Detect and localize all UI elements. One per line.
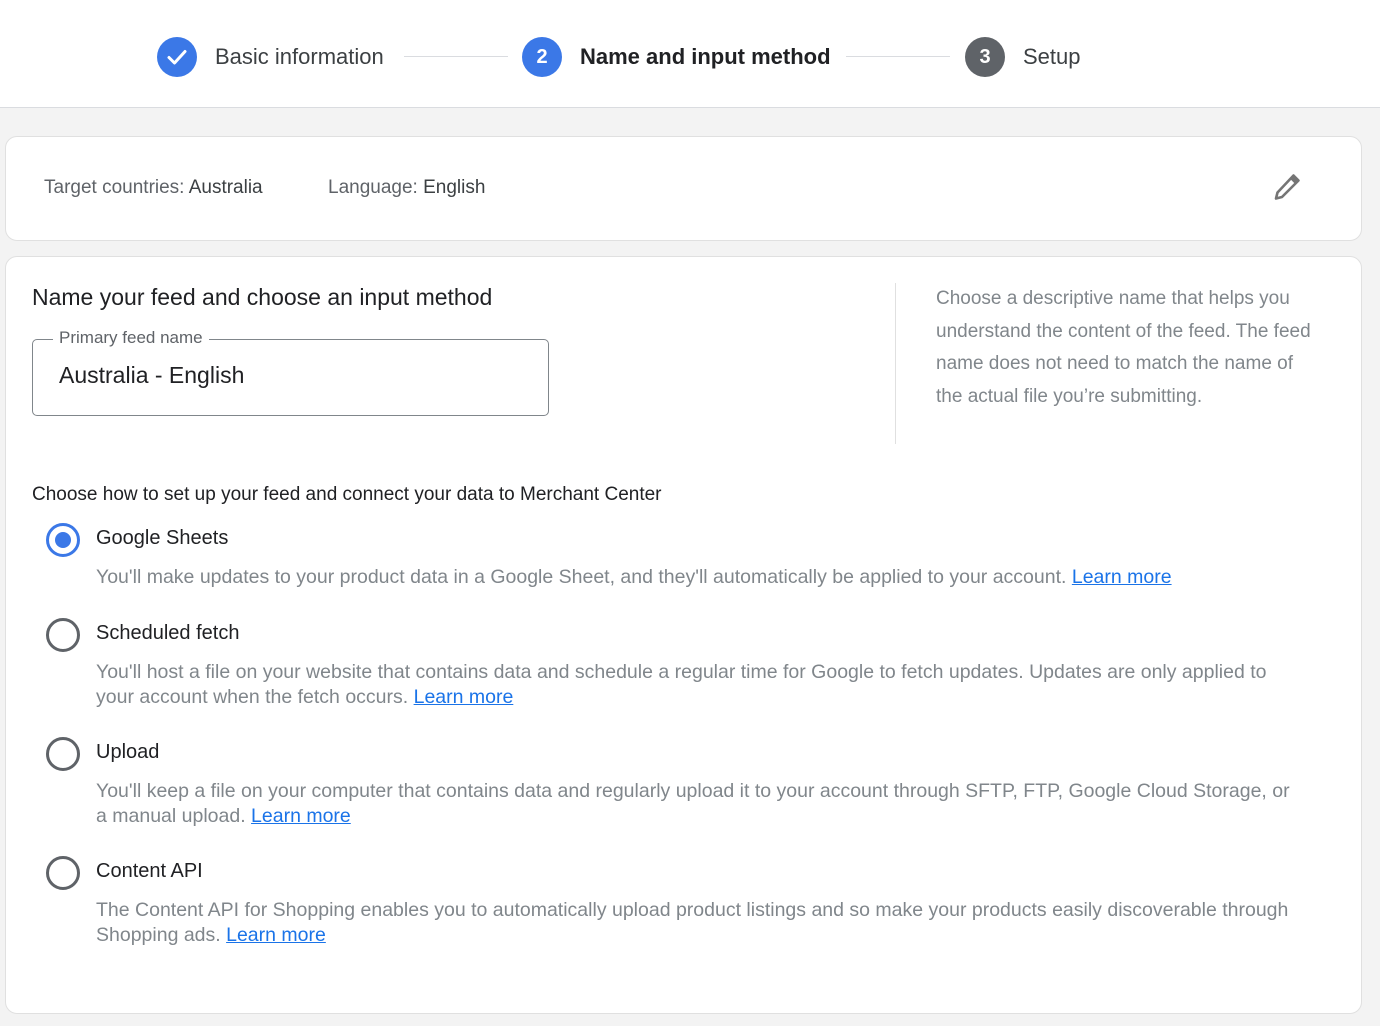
summary-card: Target countries: Australia Language: En… (5, 136, 1362, 241)
option-description: The Content API for Shopping enables you… (96, 899, 1289, 946)
radio-upload[interactable] (46, 737, 80, 771)
step-connector (404, 56, 508, 57)
option-title[interactable]: Scheduled fetch (96, 622, 239, 645)
check-icon (157, 37, 197, 77)
option-description: You'll make updates to your product data… (96, 566, 1172, 588)
section-title: Name your feed and choose an input metho… (32, 284, 493, 310)
helper-divider (895, 283, 896, 444)
option-title[interactable]: Upload (96, 741, 159, 764)
feed-name-helper-text: Choose a descriptive name that helps you… (936, 288, 1311, 407)
option-description: You'll keep a file on your computer that… (96, 780, 1290, 827)
input-method-label: Choose how to set up your feed and conne… (32, 484, 662, 505)
radio-scheduled-fetch[interactable] (46, 618, 80, 652)
step-number-badge: 3 (965, 37, 1005, 77)
primary-feed-name-label: Primary feed name (53, 328, 209, 348)
target-countries-value: Australia (188, 177, 263, 198)
step-label: Basic information (215, 44, 384, 69)
option-title[interactable]: Content API (96, 860, 203, 883)
language-value: English (423, 177, 486, 198)
learn-more-link[interactable]: Learn more (226, 924, 326, 946)
radio-google-sheets[interactable] (46, 523, 80, 557)
learn-more-link[interactable]: Learn more (414, 686, 514, 708)
learn-more-link[interactable]: Learn more (1072, 566, 1172, 588)
step-basic-information[interactable]: Basic information (157, 36, 384, 78)
option-title[interactable]: Google Sheets (96, 527, 228, 550)
language: Language: English (328, 177, 486, 198)
edit-button[interactable] (1269, 171, 1305, 207)
step-label: Setup (1023, 44, 1081, 69)
stepper: Basic information 2 Name and input metho… (0, 0, 1380, 108)
step-number-badge: 2 (522, 37, 562, 77)
step-connector (846, 56, 950, 57)
step-name-and-input-method[interactable]: 2 Name and input method (522, 36, 831, 78)
learn-more-link[interactable]: Learn more (251, 805, 351, 827)
step-setup[interactable]: 3 Setup (965, 36, 1081, 78)
target-countries: Target countries: Australia (44, 177, 263, 198)
option-description: You'll host a file on your website that … (96, 661, 1267, 708)
feed-setup-card: Name your feed and choose an input metho… (5, 256, 1362, 1014)
radio-content-api[interactable] (46, 856, 80, 890)
primary-feed-name-field[interactable]: Primary feed name (32, 328, 549, 416)
step-label: Name and input method (580, 44, 831, 69)
primary-feed-name-input[interactable] (59, 362, 519, 389)
pencil-icon (1271, 171, 1303, 208)
